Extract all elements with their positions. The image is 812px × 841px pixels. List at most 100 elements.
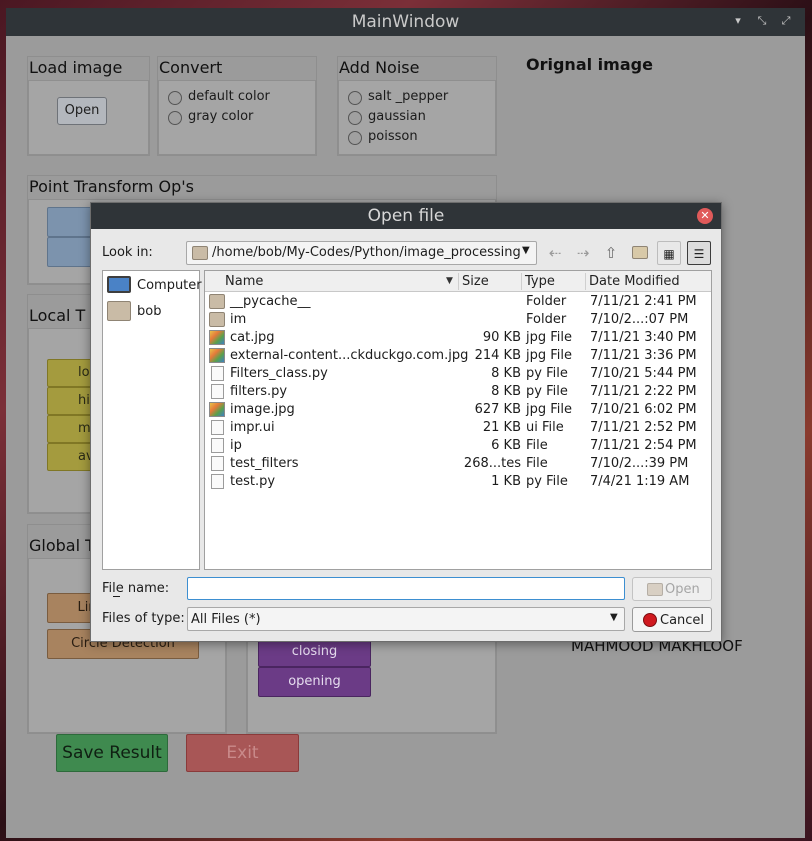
maximize-icon[interactable]: ⤡ (754, 13, 770, 29)
place-label: bob (137, 304, 162, 319)
file-type: File (526, 456, 548, 471)
open-button-label: Open (665, 582, 700, 597)
opening-button[interactable]: opening (258, 667, 371, 697)
radio-poisson[interactable]: poisson (348, 129, 468, 149)
original-image-label: Orignal image (526, 55, 653, 74)
file-type: jpg File (526, 402, 573, 417)
new-folder-icon[interactable] (628, 241, 652, 265)
file-type: py File (526, 366, 568, 381)
file-type: py File (526, 474, 568, 489)
file-size: 8 KB (491, 384, 521, 399)
folder-icon (632, 246, 648, 259)
file-size: 268...tes (463, 456, 521, 471)
file-row[interactable]: impr.ui 21 KB ui File 7/11/21 2:52 PM (205, 419, 711, 437)
column-separator (458, 273, 459, 290)
file-row[interactable]: external-content...ckduckgo.com.jpg 214 K… (205, 347, 711, 365)
back-icon[interactable]: ⇠ (543, 241, 567, 265)
file-row[interactable]: filters.py 8 KB py File 7/11/21 2:22 PM (205, 383, 711, 401)
convert-group: Convert default color gray color (157, 56, 317, 156)
forward-icon[interactable]: ⇢ (571, 241, 595, 265)
file-date-modified: 7/11/21 2:41 PM (590, 294, 697, 309)
open-image-button[interactable]: Open (57, 97, 107, 125)
file-type: File (526, 438, 548, 453)
files-of-type-value: All Files (*) (191, 612, 261, 627)
radio-salt-pepper[interactable]: salt _pepper (348, 89, 468, 109)
file-name-label: File name: (102, 581, 170, 596)
radio-circle[interactable] (168, 111, 182, 125)
convert-title: Convert (159, 58, 223, 77)
places-sidebar: Computer bob (102, 270, 202, 570)
file-name: im (230, 312, 247, 327)
column-name[interactable]: Name (225, 274, 263, 289)
add-noise-panel: salt _pepper gaussian poisson (338, 80, 496, 155)
cancel-button[interactable]: Cancel (632, 607, 712, 632)
file-name: Filters_class.py (230, 366, 328, 381)
file-row[interactable]: im Folder 7/10/2...:07 PM (205, 311, 711, 329)
file-name: image.jpg (230, 402, 295, 417)
image-file-icon (209, 348, 225, 363)
file-row[interactable]: Filters_class.py 8 KB py File 7/10/21 5:44 … (205, 365, 711, 383)
file-date-modified: 7/11/21 3:36 PM (590, 348, 697, 363)
local-transform-title: Local T (29, 306, 86, 325)
place-label: Computer (137, 278, 202, 293)
exit-button[interactable]: Exit (186, 734, 299, 772)
open-button[interactable]: Open (632, 577, 712, 601)
file-size: 214 KB (474, 348, 521, 363)
main-titlebar[interactable]: MainWindow ▾ ⤡ ⤢ (6, 8, 805, 36)
cancel-button-label: Cancel (660, 613, 705, 628)
save-result-button[interactable]: Save Result (56, 734, 168, 772)
load-image-panel: Open (28, 80, 149, 155)
radio-circle[interactable] (348, 111, 362, 125)
file-row[interactable]: cat.jpg 90 KB jpg File 7/11/21 3:40 PM (205, 329, 711, 347)
file-list: Name ▼ Size Type Date Modified __pycache… (204, 270, 712, 570)
file-date-modified: 7/11/21 2:54 PM (590, 438, 697, 453)
file-size: 21 KB (482, 420, 521, 435)
file-size: 1 KB (491, 474, 521, 489)
radio-default-color[interactable]: default color (168, 89, 288, 109)
detail-view-icon[interactable]: ☰ (687, 241, 711, 265)
files-of-type-combo[interactable]: All Files (*) ▼ (187, 607, 625, 631)
folder-icon (107, 301, 131, 321)
radio-circle[interactable] (348, 91, 362, 105)
file-list-header: Name ▼ Size Type Date Modified (205, 271, 711, 292)
computer-icon (107, 276, 131, 293)
radio-circle[interactable] (348, 131, 362, 145)
minimize-icon[interactable]: ▾ (730, 13, 746, 29)
file-date-modified: 7/11/21 3:40 PM (590, 330, 697, 345)
file-name: test.py (230, 474, 276, 489)
place-computer[interactable]: Computer (106, 275, 202, 297)
radio-gray-color[interactable]: gray color (168, 109, 288, 129)
column-size[interactable]: Size (462, 274, 489, 289)
parent-directory-icon[interactable]: ⇧ (599, 241, 623, 265)
dialog-titlebar[interactable]: Open file ✕ (91, 203, 721, 229)
file-name: impr.ui (230, 420, 275, 435)
look-in-path: /home/bob/My-Codes/Python/image_processi… (212, 245, 521, 260)
place-bob[interactable]: bob (106, 300, 198, 322)
file-name-input[interactable] (187, 577, 625, 600)
file-size: 8 KB (491, 366, 521, 381)
document-icon (211, 438, 224, 453)
radio-gaussian[interactable]: gaussian (348, 109, 468, 129)
column-type[interactable]: Type (525, 274, 555, 289)
chevron-down-icon: ▼ (522, 245, 530, 256)
file-row[interactable]: ip 6 KB File 7/11/21 2:54 PM (205, 437, 711, 455)
file-row[interactable]: test_filters 268...tes File 7/10/2...:39 PM (205, 455, 711, 473)
add-noise-title: Add Noise (339, 58, 420, 77)
look-in-combo[interactable]: /home/bob/My-Codes/Python/image_processi… (186, 241, 537, 265)
file-type: jpg File (526, 348, 573, 363)
document-icon (211, 456, 224, 471)
point-transform-title: Point Transform Op's (29, 177, 194, 196)
radio-label: default color (188, 89, 270, 104)
list-view-icon[interactable]: ▦ (657, 241, 681, 265)
column-date-modified[interactable]: Date Modified (589, 274, 680, 289)
file-date-modified: 7/4/21 1:19 AM (590, 474, 690, 489)
radio-circle[interactable] (168, 91, 182, 105)
sort-down-icon: ▼ (446, 276, 453, 286)
dialog-close-icon[interactable]: ✕ (697, 208, 713, 224)
close-icon[interactable]: ⤢ (778, 13, 794, 29)
file-date-modified: 7/11/21 2:22 PM (590, 384, 697, 399)
file-row[interactable]: test.py 1 KB py File 7/4/21 1:19 AM (205, 473, 711, 491)
file-row[interactable]: __pycache__ Folder 7/11/21 2:41 PM (205, 293, 711, 311)
file-row[interactable]: image.jpg 627 KB jpg File 7/10/21 6:02 PM (205, 401, 711, 419)
file-type: jpg File (526, 330, 573, 345)
